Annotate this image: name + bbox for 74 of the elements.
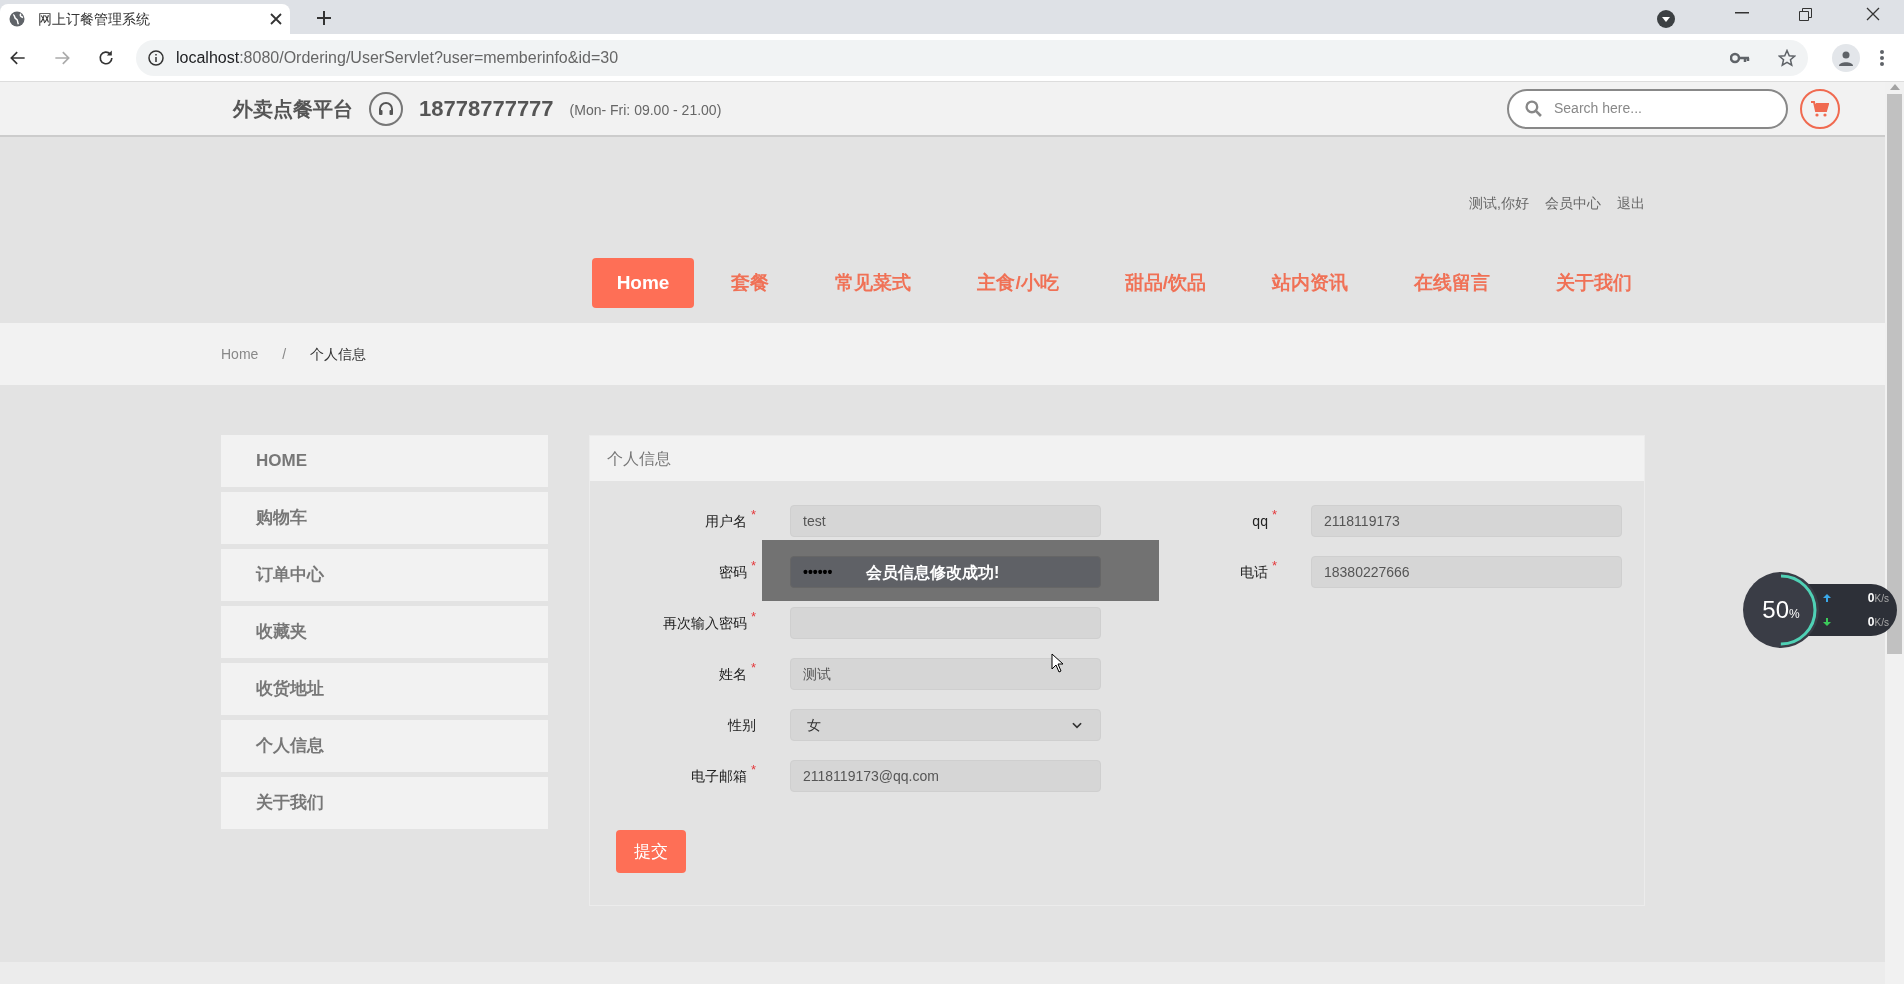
field-label: 再次输入密码	[662, 613, 747, 633]
required-mark: *	[1271, 506, 1277, 525]
sidebar-item[interactable]: 购物车	[221, 492, 548, 544]
nav-tab[interactable]: 在线留言	[1385, 258, 1519, 308]
sidebar-item[interactable]: HOME	[221, 435, 548, 487]
opening-hours: (Mon- Fri: 09.00 - 21.00)	[569, 101, 722, 120]
required-mark: *	[750, 761, 756, 780]
required-mark: *	[750, 608, 756, 627]
site-brand: 外卖点餐平台	[233, 96, 353, 122]
nav-tab[interactable]: 站内资讯	[1243, 258, 1377, 308]
plus-icon[interactable]	[316, 10, 332, 26]
nav-tab[interactable]: 关于我们	[1527, 258, 1661, 308]
globe-icon	[8, 10, 26, 28]
nav-tab[interactable]: 常见菜式	[806, 258, 941, 308]
restore-icon[interactable]	[1799, 8, 1812, 21]
sidebar-item[interactable]: 订单中心	[221, 549, 548, 601]
nav-tab[interactable]: 甜品/饮品	[1095, 258, 1235, 308]
sidebar-item[interactable]: 收藏夹	[221, 606, 548, 658]
memory-usage-dial: 50%	[1743, 572, 1819, 648]
field-label: 性别	[728, 715, 756, 735]
profile-icon[interactable]	[1832, 43, 1860, 72]
toast-message: 会员信息修改成功!	[866, 563, 1000, 583]
close-icon[interactable]	[270, 13, 282, 25]
input-field[interactable]: 测试	[790, 658, 1101, 690]
close-icon[interactable]	[1866, 7, 1880, 21]
sidebar-item[interactable]: 关于我们	[221, 777, 548, 829]
nav-tab[interactable]: 主食/小吃	[948, 258, 1088, 308]
gender-select[interactable]: 女	[790, 709, 1101, 741]
breadcrumb-current: 个人信息	[310, 344, 367, 364]
upload-arrow-icon	[1823, 594, 1831, 602]
user-link[interactable]: 退出	[1617, 193, 1645, 214]
headset-icon	[369, 91, 403, 126]
menu-icon[interactable]	[1880, 49, 1884, 66]
info-icon	[148, 49, 164, 66]
input-field[interactable]: 18380227666	[1311, 556, 1622, 588]
url-text: localhost:8080/Ordering/UserServlet?user=memberinfo&id=30	[176, 47, 620, 68]
user-link[interactable]: 会员中心	[1545, 193, 1601, 214]
download-arrow-icon	[1823, 618, 1831, 626]
sidebar-item[interactable]: 收货地址	[221, 663, 548, 715]
required-mark: *	[1271, 557, 1277, 576]
phone-number: 18778777777	[419, 95, 554, 123]
field-label: 电话	[1239, 562, 1268, 582]
cart-button[interactable]	[1800, 88, 1840, 129]
breadcrumb-link[interactable]: Home	[221, 343, 259, 365]
search-field[interactable]: Search here...	[1507, 88, 1788, 129]
nav-tab[interactable]: 套餐	[702, 258, 799, 308]
dropdown-icon[interactable]	[1657, 10, 1675, 28]
sidebar-item[interactable]: 个人信息	[221, 720, 548, 772]
breadcrumb-separator: /	[282, 344, 287, 364]
required-mark: *	[750, 557, 756, 576]
required-mark: *	[750, 506, 756, 525]
download-speed: 0K/s	[1867, 614, 1889, 631]
panel-title: 个人信息	[607, 448, 671, 469]
field-label: 用户名	[704, 511, 747, 531]
mouse-cursor-icon	[1051, 653, 1064, 673]
field-label: qq	[1252, 511, 1268, 531]
nav-tab[interactable]: Home	[591, 258, 695, 308]
user-link[interactable]: 测试,你好	[1469, 193, 1529, 214]
field-label: 姓名	[718, 664, 747, 684]
search-icon	[1525, 100, 1542, 117]
input-field[interactable]: 2118119173	[1311, 505, 1622, 537]
key-icon[interactable]	[1730, 51, 1750, 64]
address-bar[interactable]: localhost:8080/Ordering/UserServlet?user=memberinfo&id=30	[136, 39, 1808, 76]
input-field[interactable]: 2118119173@qq.com	[790, 760, 1101, 792]
minimize-icon[interactable]	[1735, 12, 1749, 14]
submit-button[interactable]: 提交	[616, 830, 686, 873]
field-label: 密码	[718, 562, 747, 582]
cart-icon	[1811, 100, 1829, 117]
input-field[interactable]: test	[790, 505, 1101, 537]
required-mark: *	[750, 659, 756, 678]
upload-speed: 0K/s	[1867, 590, 1889, 607]
field-label: 电子邮箱	[690, 766, 747, 786]
star-icon[interactable]	[1778, 48, 1796, 67]
scrollbar-thumb[interactable]	[1887, 94, 1902, 654]
